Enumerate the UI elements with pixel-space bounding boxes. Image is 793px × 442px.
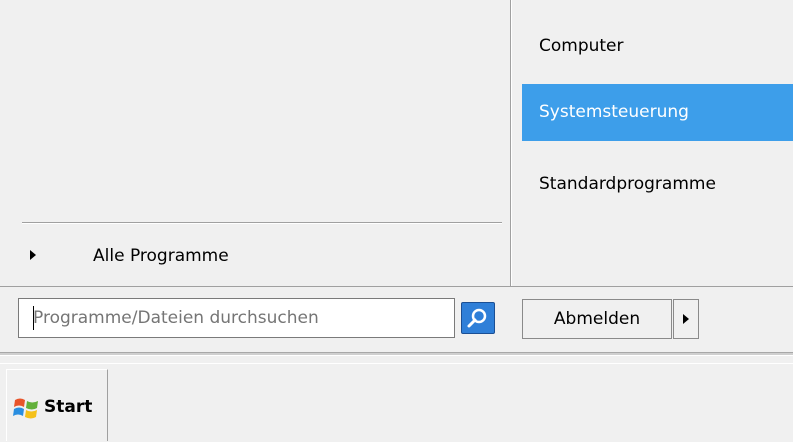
triangle-right-icon xyxy=(30,250,36,260)
taskbar xyxy=(0,363,793,442)
programs-pane: Alle Programme xyxy=(0,0,510,285)
search-input[interactable] xyxy=(19,299,454,337)
search-box[interactable] xyxy=(18,298,455,338)
start-button[interactable]: Start xyxy=(6,369,108,441)
windows-logo-icon xyxy=(13,398,38,419)
search-row-separator xyxy=(0,286,793,287)
column-separator xyxy=(510,0,512,287)
start-menu: Alle Programme Computer Systemsteuerung … xyxy=(0,0,793,357)
all-programs-item[interactable]: Alle Programme xyxy=(0,238,510,274)
menu-item-standardprogramme[interactable]: Standardprogramme xyxy=(522,156,793,213)
places-pane: Computer Systemsteuerung Standardprogram… xyxy=(522,0,793,285)
magnifier-icon xyxy=(467,308,487,328)
programs-separator xyxy=(22,222,502,224)
search-button[interactable] xyxy=(461,302,495,334)
shutdown-options-button[interactable] xyxy=(673,299,699,339)
start-label: Start xyxy=(44,397,93,417)
triangle-right-icon xyxy=(683,314,689,324)
logout-button[interactable]: Abmelden xyxy=(522,299,672,339)
all-programs-label: Alle Programme xyxy=(93,246,229,266)
menu-item-systemsteuerung[interactable]: Systemsteuerung xyxy=(522,84,793,141)
menu-item-computer[interactable]: Computer xyxy=(522,18,793,75)
taskbar-border xyxy=(0,352,793,356)
text-caret xyxy=(33,306,34,330)
